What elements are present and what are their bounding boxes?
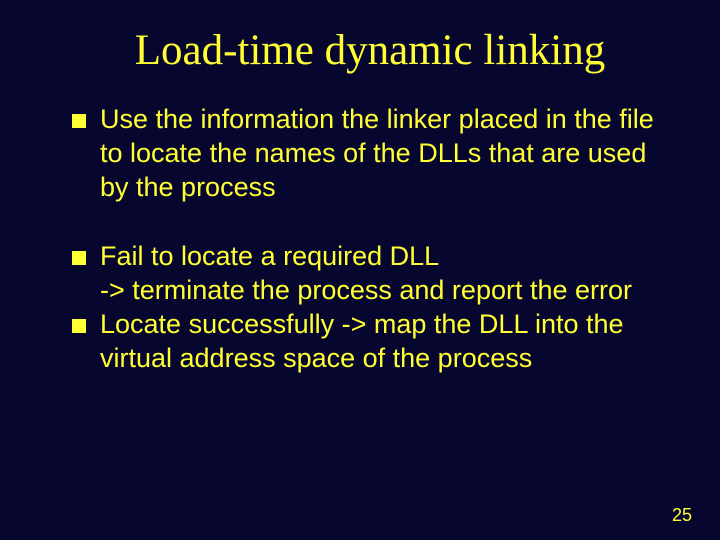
- page-number: 25: [672, 505, 692, 526]
- square-bullet-icon: [72, 251, 86, 265]
- bullet-text: Use the information the linker placed in…: [100, 103, 660, 204]
- bullet-text: Locate successfully -> map the DLL into …: [100, 308, 660, 376]
- bullet-text: Fail to locate a required DLL-> terminat…: [100, 240, 660, 308]
- slide-title: Load-time dynamic linking: [60, 26, 660, 75]
- bullet-item: Fail to locate a required DLL-> terminat…: [72, 240, 660, 308]
- square-bullet-icon: [72, 114, 86, 128]
- slide: Load-time dynamic linking Use the inform…: [0, 0, 720, 540]
- slide-content: Use the information the linker placed in…: [60, 103, 660, 375]
- bullet-group: Fail to locate a required DLL-> terminat…: [72, 240, 660, 375]
- square-bullet-icon: [72, 319, 86, 333]
- bullet-item: Locate successfully -> map the DLL into …: [72, 308, 660, 376]
- bullet-group: Use the information the linker placed in…: [72, 103, 660, 204]
- bullet-item: Use the information the linker placed in…: [72, 103, 660, 204]
